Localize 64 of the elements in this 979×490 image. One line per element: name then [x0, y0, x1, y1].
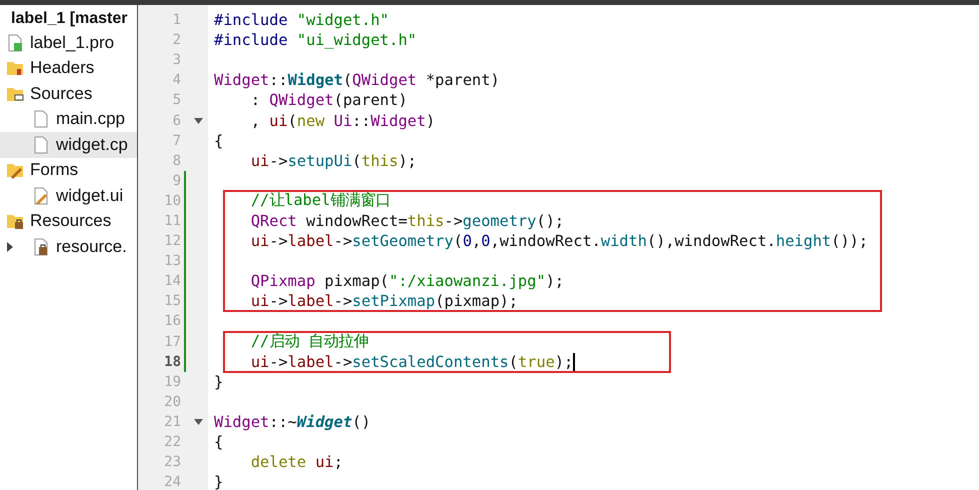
code-line: #include "ui_widget.h" — [214, 31, 417, 50]
form-file-icon — [32, 186, 50, 205]
code-line: ui->setupUi(this); — [250, 152, 417, 170]
code-line: } — [214, 473, 224, 490]
fold-arrow-icon[interactable] — [194, 118, 203, 124]
code-line: { — [214, 132, 224, 150]
line-number: 15 — [163, 293, 181, 310]
code-line: ui->label->setGeometry(0,0,windowRect.width(),windowRect.height()); — [250, 232, 868, 250]
line-number: 12 — [163, 233, 181, 250]
tree-item[interactable]: label_1.pro — [30, 32, 114, 53]
code-line: QRect windowRect=this->geometry(); — [250, 212, 564, 230]
collapsed-arrow-icon[interactable] — [6, 242, 13, 252]
code-line: { — [214, 433, 224, 452]
code-line: //让label铺满窗口 — [250, 190, 390, 212]
tree-item[interactable]: Sources — [30, 84, 92, 104]
line-number: 19 — [163, 374, 181, 390]
line-number: 3 — [172, 52, 181, 68]
folder-icon — [6, 161, 24, 180]
line-number: 2 — [172, 32, 181, 48]
line-number: 24 — [163, 474, 181, 490]
tree-item[interactable]: Forms — [30, 160, 78, 180]
folder-icon — [6, 212, 24, 230]
file-icon — [32, 136, 50, 154]
tree-item[interactable]: widget.ui — [56, 186, 124, 206]
line-number: 5 — [172, 92, 181, 108]
line-number: 10 — [163, 192, 181, 209]
line-number: 20 — [163, 394, 181, 410]
line-number: 1 — [172, 12, 181, 28]
code-line: } — [214, 372, 224, 391]
fold-arrow-icon[interactable] — [194, 418, 203, 425]
tree-item[interactable]: Headers — [30, 58, 94, 78]
resource-file-icon — [32, 238, 50, 256]
project-file-icon — [6, 34, 24, 52]
code-line: #include "widget.h" — [214, 11, 389, 30]
text-cursor — [573, 352, 576, 371]
line-number: 23 — [163, 454, 181, 470]
line-number: 22 — [163, 434, 181, 450]
folder-icon — [6, 59, 24, 78]
code-line: ui->label->setPixmap(pixmap); — [250, 292, 518, 310]
line-number: 14 — [163, 273, 181, 290]
tree-item[interactable]: resource. — [56, 236, 127, 257]
project-title[interactable]: label_1 [master — [0, 7, 137, 30]
code-line: delete ui; — [250, 453, 343, 472]
tree-item[interactable]: Resources — [30, 211, 112, 232]
code-line: QPixmap pixmap(":/xiaowanzi.jpg"); — [250, 272, 564, 290]
line-number: 7 — [172, 132, 181, 149]
line-number: 11 — [163, 212, 181, 229]
line-number: 13 — [163, 253, 181, 270]
line-number: 8 — [172, 152, 181, 169]
code-line: , ui(new Ui::Widget) — [250, 112, 436, 130]
line-number: 18 — [163, 354, 181, 370]
code-line: Widget::Widget(QWidget *parent) — [214, 71, 500, 90]
line-number: 6 — [172, 112, 181, 129]
line-number: 16 — [163, 313, 181, 330]
tree-item[interactable]: main.cpp — [56, 109, 125, 130]
code-line: Widget::~Widget() — [214, 412, 371, 431]
line-number: 17 — [163, 334, 181, 350]
line-number: 4 — [172, 72, 181, 88]
code-line: : QWidget(parent) — [250, 91, 408, 110]
code-line: //启动 自动拉伸 — [250, 331, 368, 352]
file-icon — [32, 110, 50, 128]
code-line: ui->label->setScaledContents(true); — [250, 352, 574, 371]
line-number: 9 — [172, 172, 181, 189]
line-number: 21 — [163, 414, 181, 430]
